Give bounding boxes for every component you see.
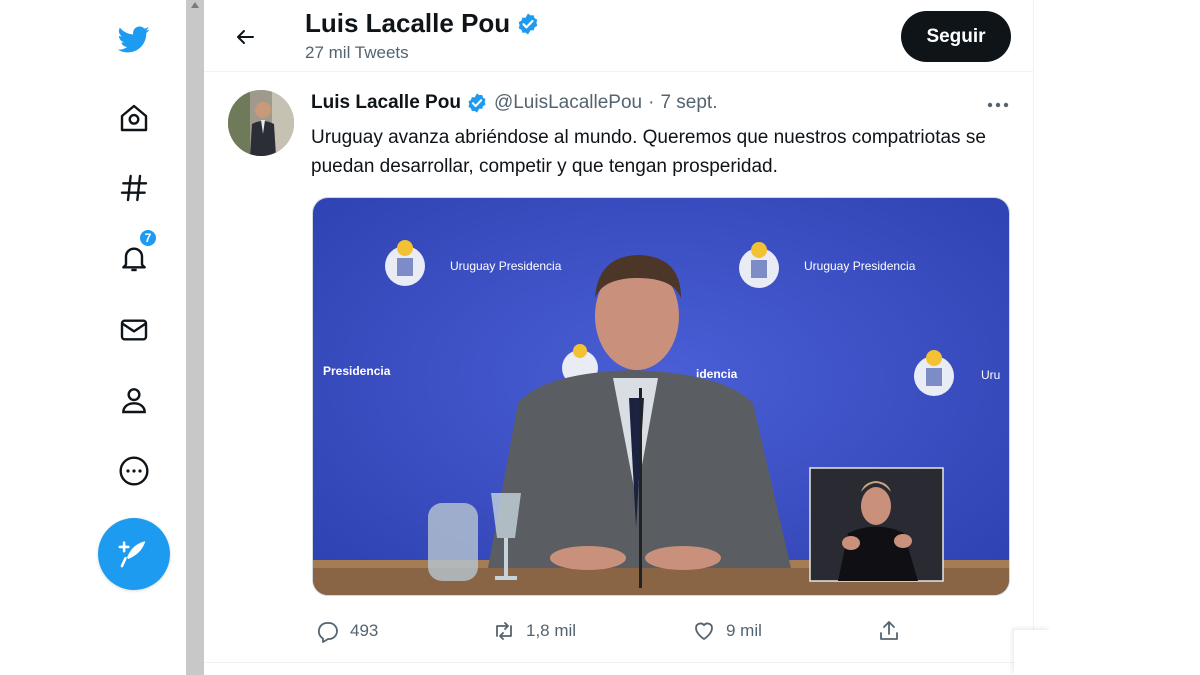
avatar[interactable]: [228, 90, 294, 156]
header-profile-name: Luis Lacalle Pou: [305, 8, 511, 38]
backdrop-text: Uru: [981, 368, 1000, 382]
reply-count: 493: [350, 621, 379, 640]
separator-dot: ·: [648, 92, 655, 113]
twitter-logo-icon[interactable]: [112, 17, 156, 61]
reply-icon: [317, 622, 338, 643]
explore-hashtag-icon[interactable]: [112, 166, 156, 210]
retweet-button[interactable]: 1,8 mil: [492, 613, 576, 649]
sign-language-interpreter-inset: [809, 467, 944, 582]
notification-badge: 7: [138, 228, 158, 248]
share-button[interactable]: [877, 613, 901, 649]
header-tweet-count: 27 mil Tweets: [305, 43, 409, 62]
back-arrow-icon[interactable]: [230, 22, 260, 52]
backdrop-text: Presidencia: [323, 364, 391, 378]
retweet-icon: [496, 622, 512, 640]
corner-overlay: [1014, 630, 1050, 675]
home-icon[interactable]: [112, 96, 156, 140]
profile-header: Luis Lacalle Pou 27 mil Tweets Seguir: [204, 0, 1034, 72]
compose-tweet-button[interactable]: [98, 518, 170, 590]
scrollbar[interactable]: [186, 0, 204, 675]
header-profile-name-row: Luis Lacalle Pou: [305, 8, 540, 39]
more-circle-icon[interactable]: [112, 449, 156, 493]
like-button[interactable]: 9 mil: [692, 613, 762, 649]
retweet-count: 1,8 mil: [526, 621, 577, 640]
verified-badge-icon: [518, 13, 538, 34]
backdrop-text: Uruguay Presidencia: [450, 259, 562, 273]
tweet-date[interactable]: 7 sept.: [660, 92, 717, 114]
messages-mail-icon[interactable]: [112, 308, 156, 352]
share-icon: [880, 621, 898, 640]
main-column: Luis Lacalle Pou 27 mil Tweets Seguir Lu…: [204, 0, 1034, 675]
backdrop-text: Uruguay Presidencia: [804, 259, 916, 273]
tweet-video[interactable]: Uruguay Presidencia Uruguay Presidencia …: [312, 197, 1010, 596]
notifications-bell-icon[interactable]: 7: [112, 228, 158, 280]
left-navigation: 7: [90, 0, 186, 675]
tweet-user-line: Luis Lacalle Pou @LuisLacallePou · 7 sep…: [311, 92, 717, 114]
tweet-author-handle[interactable]: @LuisLacallePou: [494, 92, 642, 114]
heart-icon: [695, 622, 713, 640]
verified-badge-icon: [468, 93, 486, 113]
tweet-actions: 493 1,8 mil 9 mil: [312, 613, 1012, 649]
scroll-up-arrow-icon[interactable]: [191, 2, 199, 8]
profile-person-icon[interactable]: [112, 378, 156, 422]
more-options-icon[interactable]: [984, 95, 1012, 115]
tweet-text: Uruguay avanza abriéndose al mundo. Quer…: [311, 127, 986, 177]
feather-plus-icon: [118, 541, 146, 568]
tweet[interactable]: Luis Lacalle Pou @LuisLacallePou · 7 sep…: [204, 73, 1034, 663]
tweet-author-name[interactable]: Luis Lacalle Pou: [311, 92, 461, 114]
reply-button[interactable]: 493: [316, 613, 378, 649]
like-count: 9 mil: [726, 621, 762, 640]
follow-button[interactable]: Seguir: [901, 11, 1011, 62]
